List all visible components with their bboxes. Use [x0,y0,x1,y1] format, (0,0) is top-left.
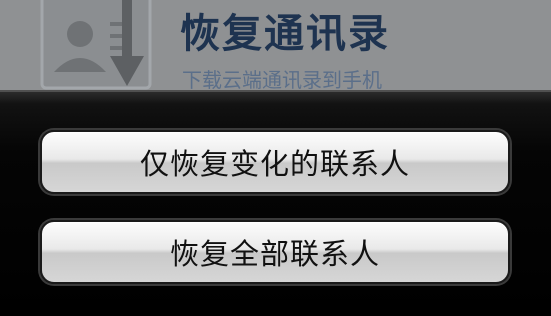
page-subtitle: 下载云端通讯录到手机 [182,68,382,92]
restore-changed-contacts-button[interactable]: 仅恢复变化的联系人 [40,130,510,194]
background-screen: 恢复通讯录 下载云端通讯录到手机 [0,0,551,92]
restore-changed-contacts-label: 仅恢复变化的联系人 [139,147,410,181]
page-title: 恢复通讯录 [180,11,390,57]
action-sheet: 仅恢复变化的联系人 恢复全部联系人 [0,90,551,316]
restore-all-contacts-button[interactable]: 恢复全部联系人 [40,220,510,284]
restore-all-contacts-label: 恢复全部联系人 [169,237,380,271]
